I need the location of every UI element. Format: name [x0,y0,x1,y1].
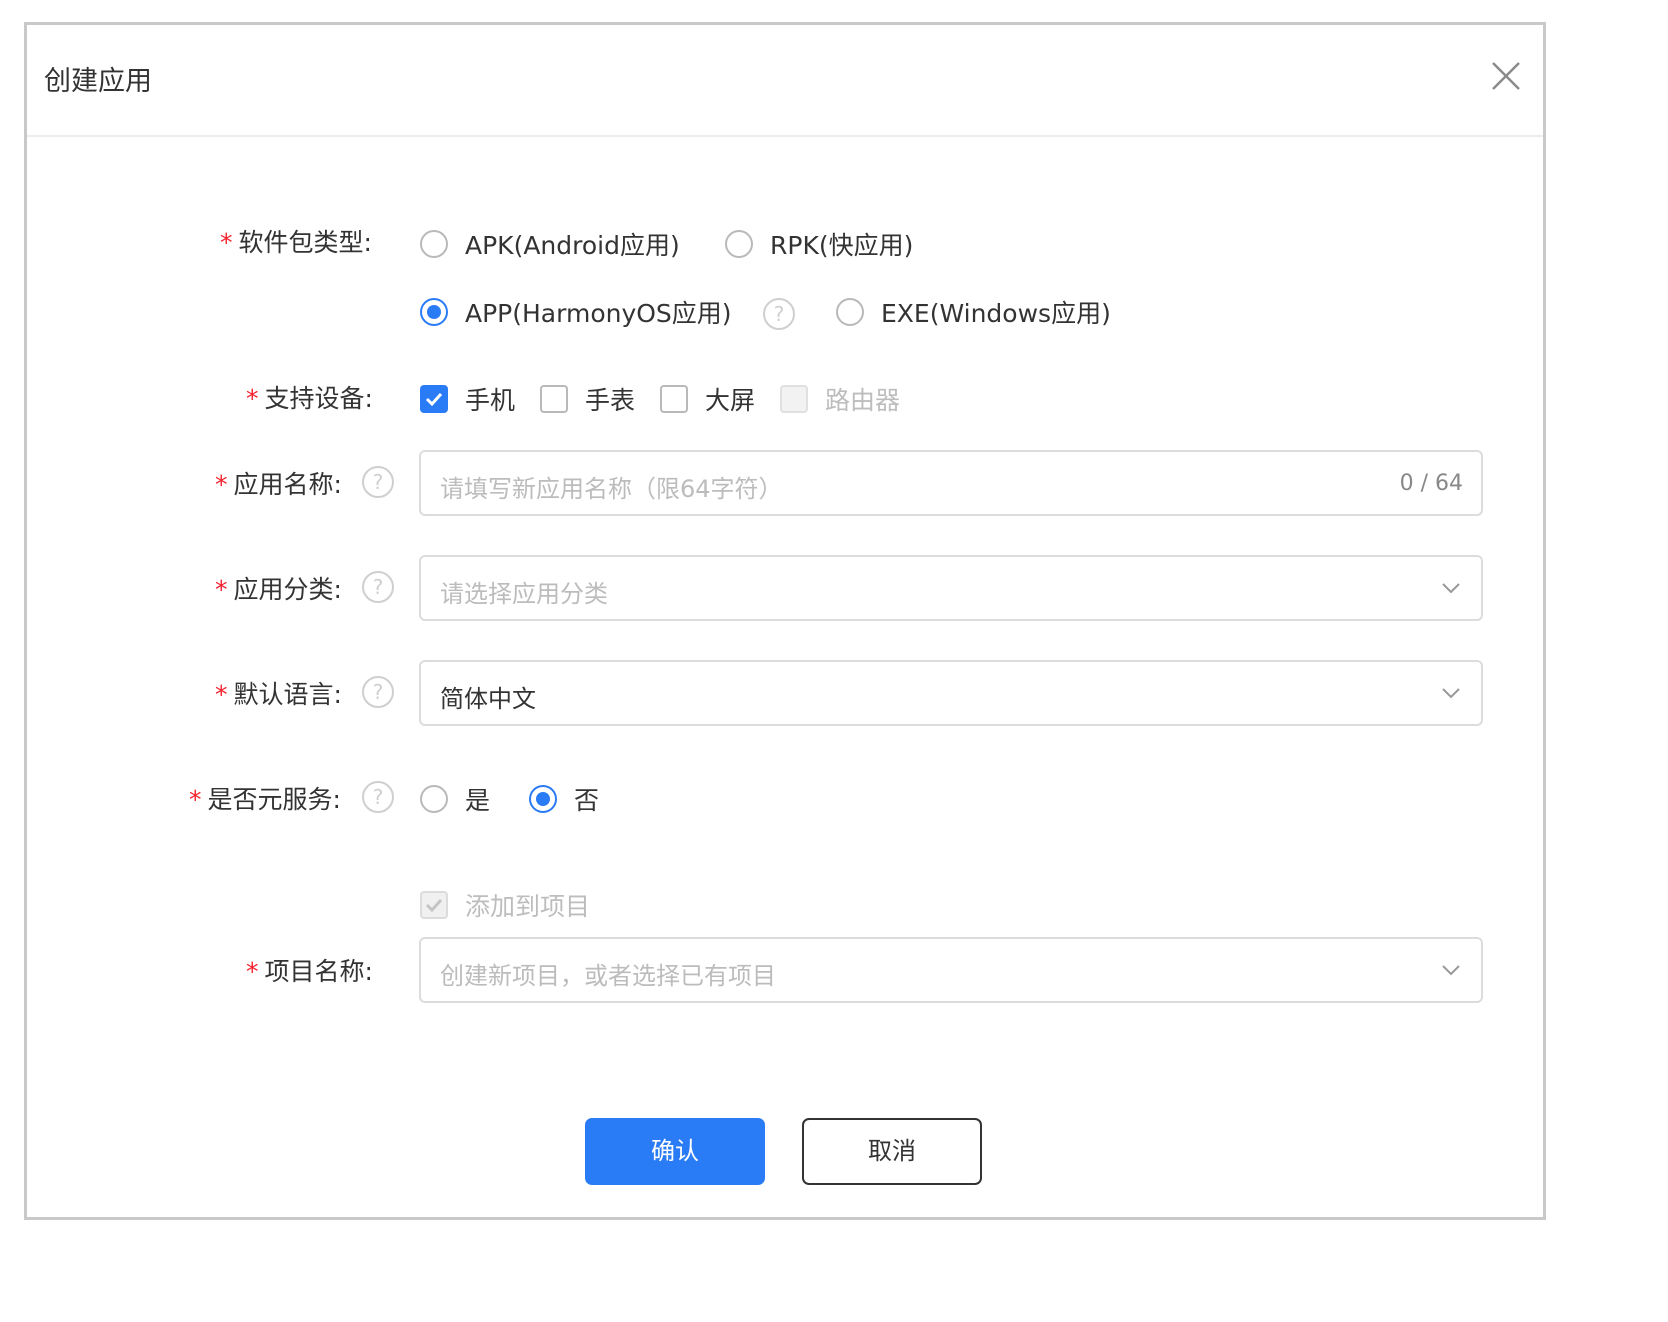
app-name-placeholder: 请填写新应用名称（限64字符） [440,475,783,503]
radio-meta-no-label[interactable]: 否 [574,781,599,817]
svg-text:?: ? [373,470,384,494]
app-category-label-text: 应用分类: [233,575,342,604]
meta-service-label: * 是否元服务: [189,780,341,816]
checkbox-phone-label[interactable]: 手机 [465,381,515,417]
svg-text:?: ? [373,680,384,704]
checkbox-watch[interactable] [540,385,568,413]
dialog-title: 创建应用 [44,66,152,97]
checkbox-add-to-project [420,891,448,919]
required-mark: * [215,575,228,604]
svg-text:?: ? [373,575,384,599]
svg-text:?: ? [774,302,785,326]
chevron-down-icon [1442,583,1460,594]
question-circle-icon[interactable]: ? [762,297,796,331]
checkbox-router [780,385,808,413]
app-name-label: * 应用名称: [215,465,342,501]
default-language-label: * 默认语言: [215,675,342,711]
radio-app-harmonyos-label[interactable]: APP(HarmonyOS应用) [465,294,732,330]
checkbox-large-screen[interactable] [660,385,688,413]
radio-apk-label[interactable]: APK(Android应用) [465,226,680,262]
checkbox-router-label: 路由器 [825,386,901,415]
create-app-dialog: 创建应用 * 软件包类型: APK(Android应用) RPK(快应用) APP… [24,22,1546,1220]
check-icon [425,392,443,407]
project-name-placeholder: 创建新项目，或者选择已有项目 [440,962,776,990]
default-language-value: 简体中文 [440,685,536,713]
check-icon [425,898,443,913]
question-circle-icon[interactable]: ? [361,675,395,709]
radio-apk[interactable] [420,230,448,258]
package-type-label-text: 软件包类型: [238,228,372,257]
question-circle-icon[interactable]: ? [361,570,395,604]
radio-rpk-label[interactable]: RPK(快应用) [770,226,913,262]
radio-app-harmonyos[interactable] [420,298,448,326]
default-language-label-text: 默认语言: [233,680,342,709]
app-category-select[interactable]: 请选择应用分类 [419,555,1483,621]
chevron-down-icon [1442,965,1460,976]
checkbox-phone[interactable] [420,385,448,413]
cancel-button[interactable]: 取消 [802,1118,982,1185]
devices-label: * 支持设备: [246,379,373,415]
add-to-project-label: 添加到项目 [465,892,591,921]
question-circle-icon[interactable]: ? [361,465,395,499]
app-category-placeholder: 请选择应用分类 [440,580,608,608]
dialog-header: 创建应用 [27,25,1543,137]
question-circle-icon[interactable]: ? [361,780,395,814]
radio-meta-yes[interactable] [420,785,448,813]
required-mark: * [246,957,259,986]
radio-rpk[interactable] [725,230,753,258]
required-mark: * [215,470,228,499]
svg-text:?: ? [373,785,384,809]
radio-exe-label[interactable]: EXE(Windows应用) [881,294,1111,330]
required-mark: * [220,228,233,257]
required-mark: * [189,785,202,814]
close-icon[interactable] [1489,59,1523,93]
checkbox-large-screen-label[interactable]: 大屏 [705,381,755,417]
required-mark: * [215,680,228,709]
meta-service-label-text: 是否元服务: [207,785,341,814]
required-mark: * [246,384,259,413]
app-name-counter: 0 / 64 [1399,471,1463,496]
confirm-button[interactable]: 确认 [585,1118,765,1185]
chevron-down-icon [1442,688,1460,699]
package-type-label: * 软件包类型: [220,223,372,259]
default-language-select[interactable]: 简体中文 [419,660,1483,726]
app-category-label: * 应用分类: [215,570,342,606]
app-name-input[interactable]: 请填写新应用名称（限64字符） 0 / 64 [419,450,1483,516]
radio-meta-no[interactable] [529,785,557,813]
project-name-select[interactable]: 创建新项目，或者选择已有项目 [419,937,1483,1003]
radio-exe[interactable] [836,298,864,326]
project-name-label: * 项目名称: [246,952,373,988]
devices-label-text: 支持设备: [264,384,373,413]
project-name-label-text: 项目名称: [264,957,373,986]
checkbox-watch-label[interactable]: 手表 [585,381,635,417]
app-name-label-text: 应用名称: [233,470,342,499]
radio-meta-yes-label[interactable]: 是 [465,781,490,817]
